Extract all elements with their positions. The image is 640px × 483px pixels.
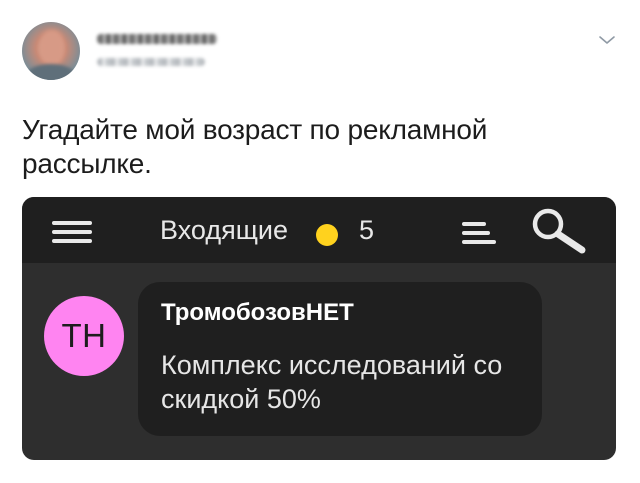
blurred-display-name[interactable] [97, 34, 217, 44]
sort-icon[interactable] [462, 222, 496, 246]
avatar-face-blurred [40, 30, 64, 66]
mail-top-bar: Входящие 5 [22, 197, 616, 263]
sender-name: ТромобозовНЕТ [161, 299, 354, 326]
tweet-text: Угадайте мой возраст по рекламной рассыл… [22, 114, 488, 179]
user-avatar[interactable] [22, 22, 80, 80]
sender-avatar[interactable]: ТН [44, 296, 124, 376]
avatar-shoulders-blurred [26, 64, 76, 80]
chevron-down-icon[interactable] [598, 34, 616, 46]
hamburger-icon[interactable] [52, 221, 92, 243]
tweet-card: Угадайте мой возраст по рекламной рассыл… [0, 0, 640, 483]
embedded-mail-screenshot: Входящие 5 ТН ТромобозовНЕТ Комплекс исс… [22, 197, 616, 460]
inbox-folder-title[interactable]: Входящие [160, 213, 288, 247]
search-icon[interactable] [530, 207, 588, 255]
unread-indicator-dot [316, 224, 338, 246]
message-preview: Комплекс исследований со скидкой 50% [161, 350, 503, 414]
unread-count: 5 [359, 215, 375, 245]
blurred-username[interactable] [97, 58, 205, 66]
